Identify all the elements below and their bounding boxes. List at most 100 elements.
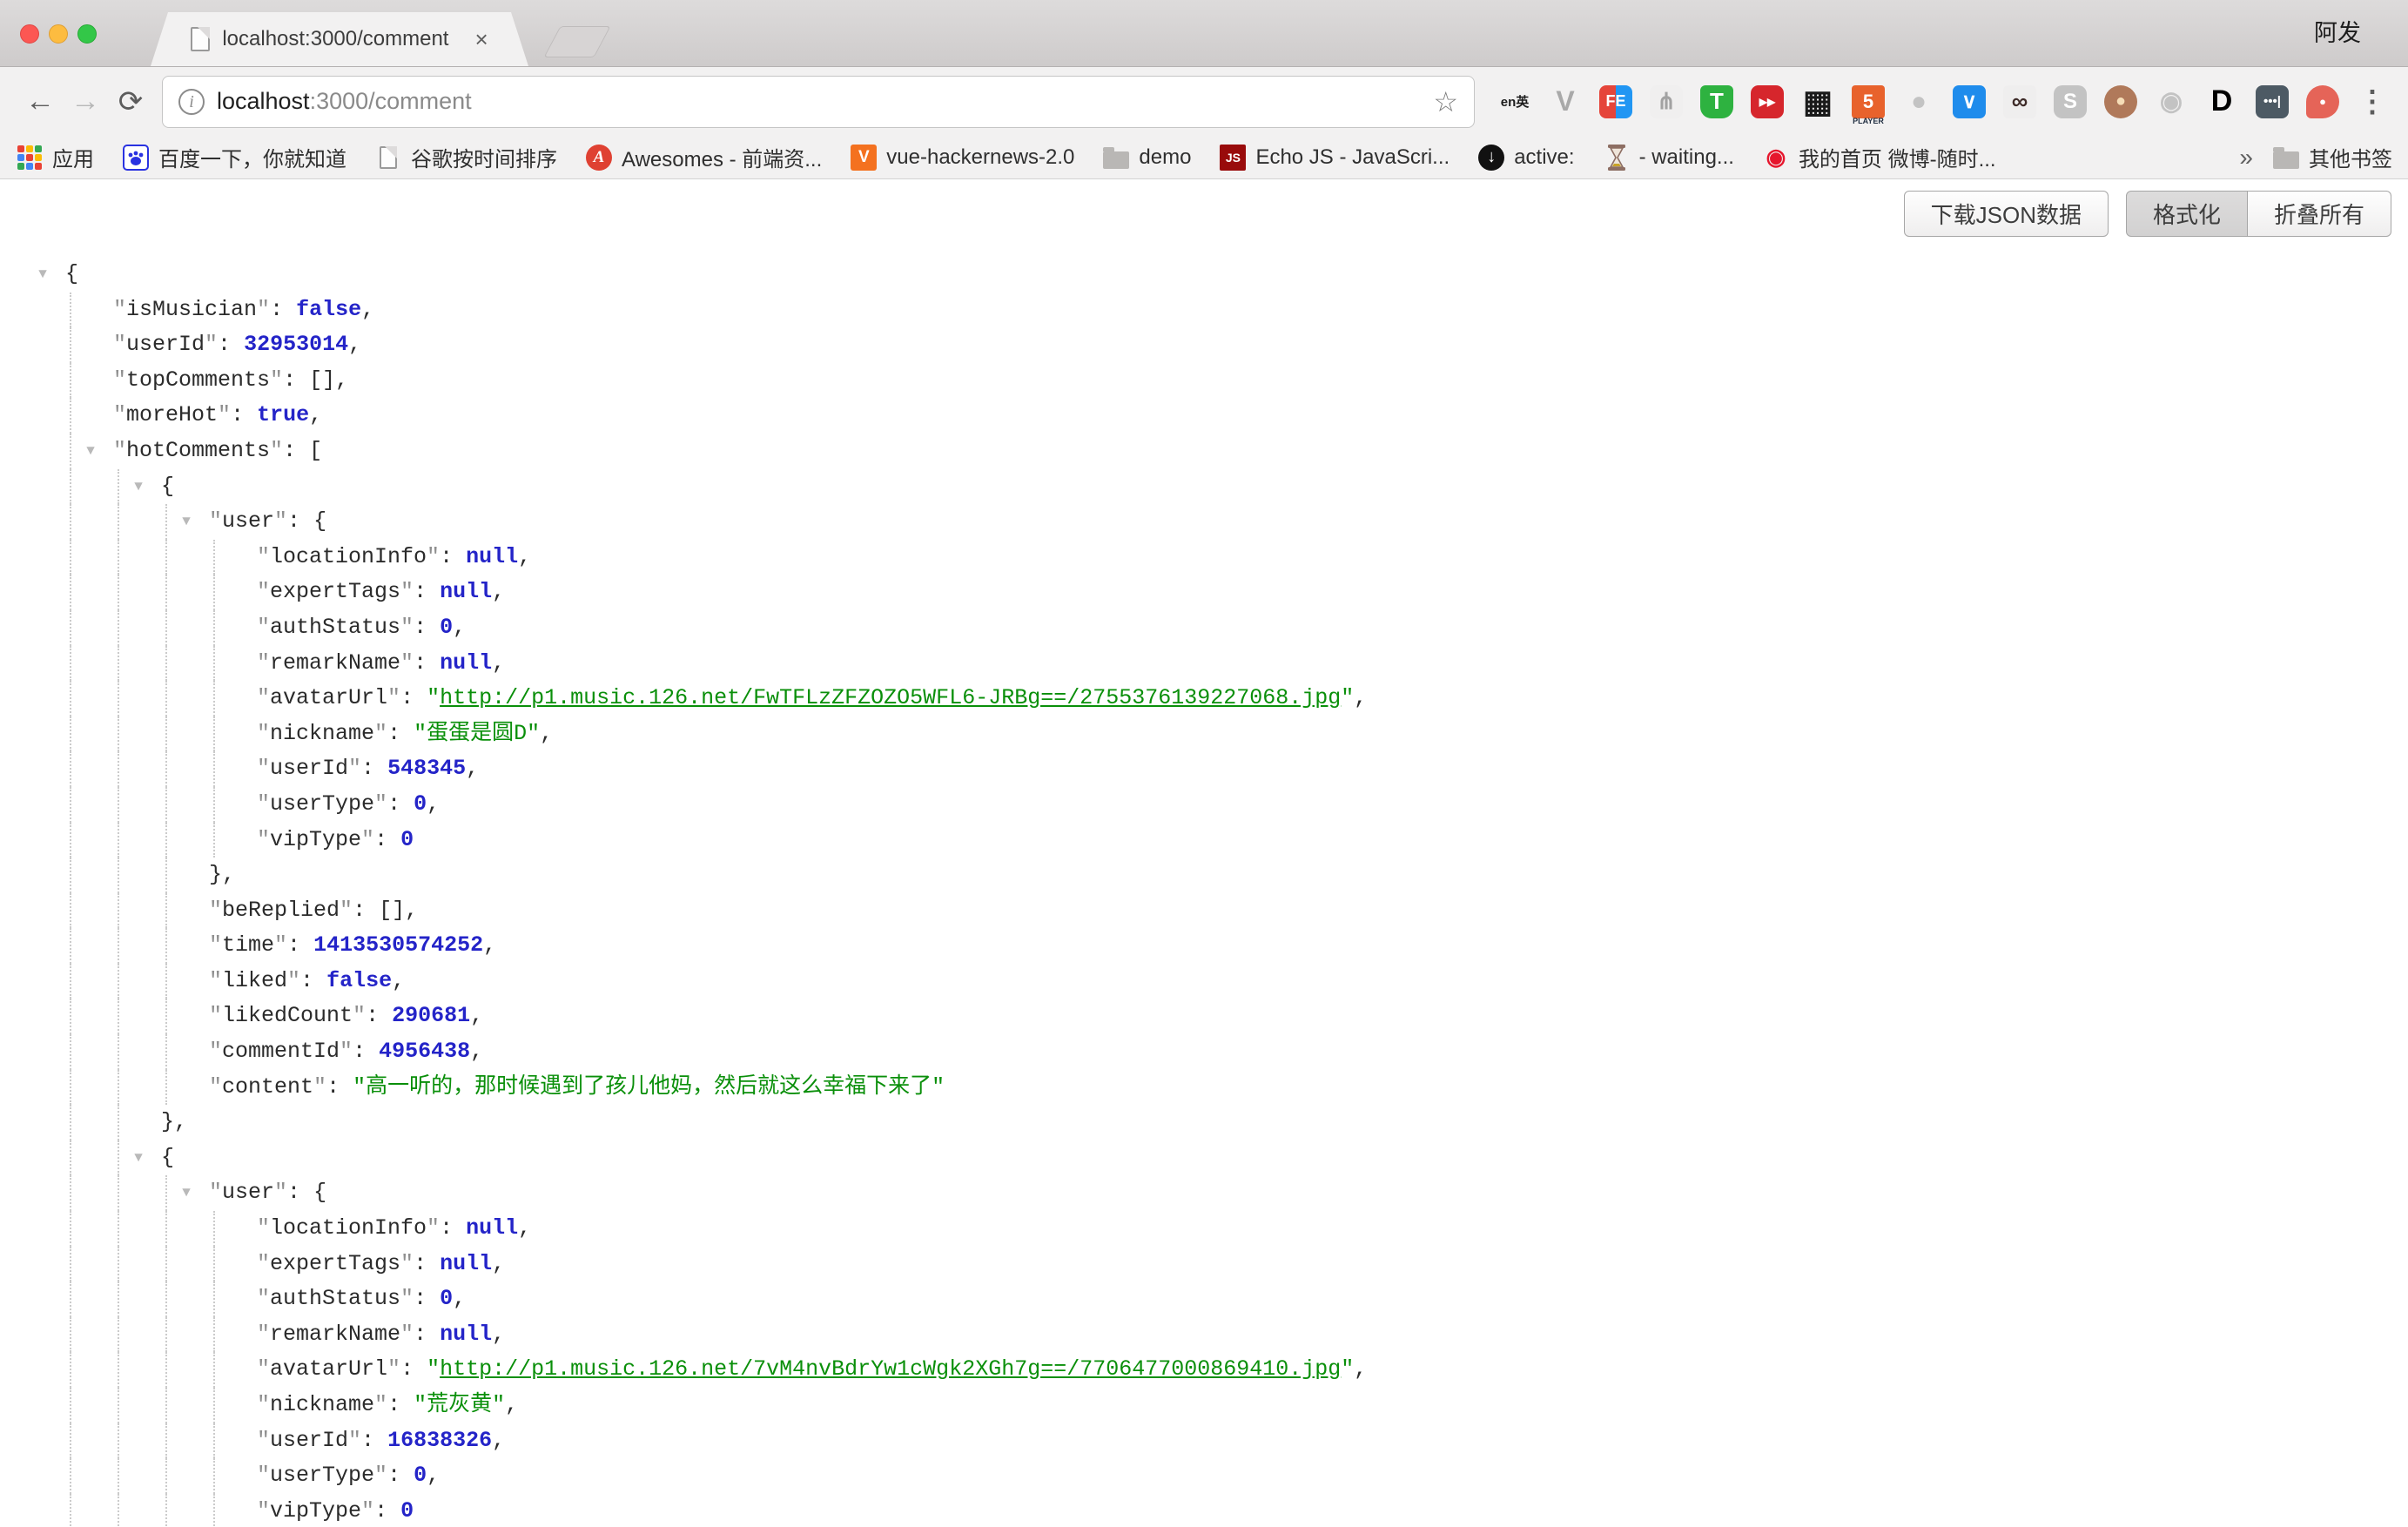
indent-guide (213, 1494, 215, 1527)
bookmark-item-google-time-sort[interactable]: 谷歌按时间排序 (374, 142, 557, 172)
collapse-toggle-icon[interactable]: ▼ (80, 434, 101, 469)
tab-close-icon[interactable]: × (474, 26, 488, 53)
bookmark-item-echo-js[interactable]: JSEcho JS - JavaScri... (1219, 144, 1450, 172)
json-key: commentId (222, 1039, 340, 1064)
collapse-toggle-icon[interactable]: ▼ (176, 1175, 197, 1211)
bookmarks-overflow-chevron[interactable]: » (2239, 144, 2253, 172)
folder-icon (1102, 144, 1130, 172)
bookmark-item-vue-hackernews[interactable]: Vvue-hackernews-2.0 (850, 144, 1074, 172)
json-key: authStatus (270, 615, 400, 640)
download-json-button[interactable]: 下载JSON数据 (1904, 191, 2109, 237)
indent-guide (165, 1034, 167, 1070)
json-key: moreHot (126, 402, 218, 427)
sitemap-extension-icon[interactable]: ⋔ (1647, 81, 1685, 123)
indent-guide (118, 1211, 119, 1247)
indent-guide (165, 964, 167, 999)
indent-guide (118, 681, 119, 716)
minimize-window-button[interactable] (49, 24, 68, 44)
indent-guide (70, 575, 71, 610)
indent-guide (70, 504, 71, 540)
back-button[interactable]: ← (17, 84, 63, 118)
indent-guide (70, 1388, 71, 1423)
vue-extension-icon[interactable]: V (1546, 81, 1584, 123)
address-bar[interactable]: i localhost:3000/comment ☆ (162, 76, 1475, 128)
json-line-text: "time": 1413530574252, (0, 928, 2408, 964)
indent-guide (70, 1317, 71, 1353)
other-bookmarks-folder[interactable]: 其他书签 (2272, 142, 2392, 172)
indent-guide (70, 999, 71, 1034)
json-url-link[interactable]: http://p1.music.126.net/FwTFLzZFZOZO5WFL… (440, 685, 1341, 710)
json-line-text: "locationInfo": null, (0, 1211, 2408, 1247)
translate-extension-icon[interactable]: en英 (1496, 81, 1534, 123)
s-service-extension-icon[interactable]: S (2051, 81, 2089, 123)
collapse-toggle-icon[interactable]: ▼ (128, 469, 149, 505)
json-key: expertTags (270, 579, 400, 604)
bookmark-item-demo-folder[interactable]: demo (1102, 144, 1191, 172)
drop-extension-icon[interactable]: ● (2304, 81, 2342, 123)
indent-guide (118, 540, 119, 575)
indent-guide (70, 1070, 71, 1106)
html5-player-extension-icon[interactable]: 5PLAYER (1849, 81, 1887, 123)
collapse-toggle-icon[interactable]: ▼ (32, 257, 53, 293)
bookmark-item-weibo-home[interactable]: ◉我的首页 微博-随时... (1762, 142, 1996, 172)
video-speed-extension-icon[interactable]: ▶▶ (1748, 81, 1786, 123)
browser-menu-icon[interactable]: ⋮ (2358, 84, 2387, 119)
json-line-text: "user": { (0, 1175, 2408, 1211)
url-text[interactable]: localhost:3000/comment (217, 88, 1423, 115)
paw-extension-icon[interactable]: ● (1900, 81, 1938, 123)
view-mode-segmented-control: 格式化 折叠所有 (2126, 191, 2391, 237)
d-logo-extension-icon[interactable]: D (2203, 81, 2241, 123)
indent-guide (118, 504, 119, 540)
password-extension-icon[interactable]: •••| (2253, 81, 2291, 123)
monkey-extension-icon[interactable]: ● (2102, 81, 2140, 123)
json-key: content (222, 1074, 313, 1100)
profile-name[interactable]: 阿发 (2314, 14, 2361, 48)
close-window-button[interactable] (20, 24, 39, 44)
format-button[interactable]: 格式化 (2126, 191, 2248, 237)
json-key: userId (270, 756, 348, 781)
qr-code-extension-icon[interactable]: ▦ (1799, 81, 1837, 123)
indent-guide (70, 540, 71, 575)
awesomes-icon: A (585, 144, 613, 172)
echojs-icon: JS (1219, 144, 1247, 172)
json-number-value: 290681 (392, 1003, 470, 1028)
json-punctuation: [ (309, 438, 322, 463)
collapse-toggle-icon[interactable]: ▼ (128, 1140, 149, 1176)
weibo-eye-extension-icon[interactable]: ◉ (2152, 81, 2190, 123)
bookmark-item-active[interactable]: ↓active: (1477, 144, 1574, 172)
json-number-value: 548345 (387, 756, 466, 781)
traffic-lights (20, 24, 97, 44)
tampermonkey-extension-icon[interactable]: T (1698, 81, 1736, 123)
collapse-all-button[interactable]: 折叠所有 (2248, 191, 2391, 237)
indent-guide (70, 1211, 71, 1247)
json-line-text: "beReplied": [], (0, 893, 2408, 929)
indent-guide (165, 646, 167, 682)
bookmark-star-icon[interactable]: ☆ (1433, 85, 1458, 118)
bookmark-item-apps[interactable]: 应用 (16, 142, 94, 172)
browser-tab[interactable]: localhost:3000/comment × (151, 12, 528, 66)
baidu-paw-icon (122, 144, 150, 172)
reload-button[interactable]: ⟳ (108, 84, 153, 119)
bookmark-item-waiting[interactable]: - waiting... (1603, 144, 1734, 172)
json-line: "liked": false, (0, 964, 2408, 999)
incognito-mask-extension-icon[interactable]: ∞ (2001, 81, 2039, 123)
indent-guide (70, 1281, 71, 1317)
new-tab-button[interactable] (543, 26, 610, 57)
json-line-text: "userId": 16838326, (0, 1423, 2408, 1459)
json-key: avatarUrl (270, 685, 387, 710)
json-line-text: "user": { (0, 504, 2408, 540)
indent-guide (118, 1352, 119, 1388)
indent-guide (213, 575, 215, 610)
pocket-extension-icon[interactable]: ∨ (1950, 81, 1988, 123)
json-url-link[interactable]: http://p1.music.126.net/7vM4nvBdrYw1cWgk… (440, 1356, 1341, 1382)
indent-guide (165, 540, 167, 575)
page-info-icon[interactable]: i (178, 89, 205, 115)
zoom-window-button[interactable] (77, 24, 97, 44)
fe-extension-icon[interactable]: FE (1597, 81, 1635, 123)
json-key: user (222, 508, 274, 534)
json-line: ▼"user": { (0, 1175, 2408, 1211)
bookmark-item-baidu[interactable]: 百度一下，你就知道 (122, 142, 346, 172)
bookmark-item-awesomes[interactable]: AAwesomes - 前端资... (585, 142, 822, 172)
json-punctuation: { (313, 508, 326, 534)
collapse-toggle-icon[interactable]: ▼ (176, 504, 197, 540)
